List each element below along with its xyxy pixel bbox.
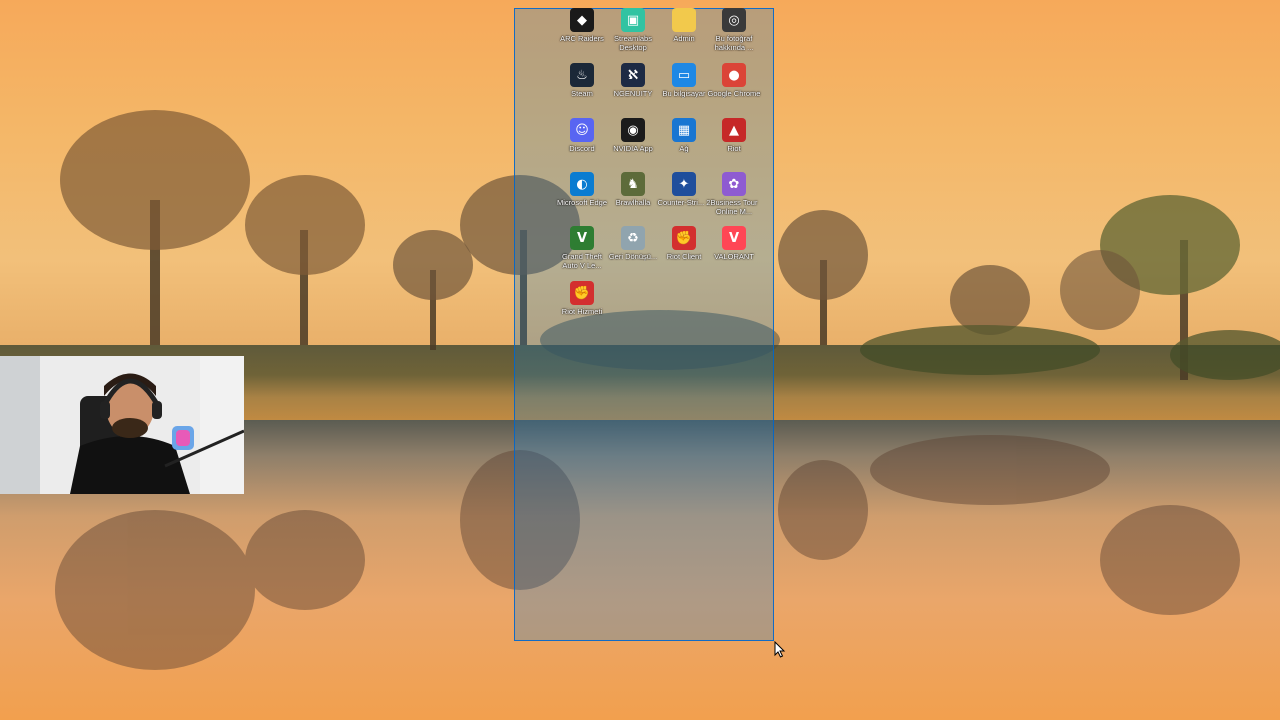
desktop-icon[interactable]: ✦ Counter-Stri... 2 [658, 168, 710, 220]
desktop-icon-label: Geri Dönüşü... [608, 252, 658, 261]
desktop-icon[interactable]: ● Google Chrome [708, 59, 760, 111]
edge-icon: ◐ [570, 172, 594, 196]
desktop-icon[interactable]: ♞ Brawlhalla [607, 168, 659, 220]
desktop-icon-label: Riot Hizmeti [561, 307, 603, 316]
desktop-icon-label: Steam [571, 89, 593, 98]
discord-icon: ☺ [570, 118, 594, 142]
desktop-icon-label: Bu bilgisayar [662, 89, 706, 98]
desktop-icon[interactable]: ◐ Microsoft Edge [556, 168, 608, 220]
folder-icon [672, 8, 696, 32]
streamlabs-icon: ▣ [621, 8, 645, 32]
desktop-icon[interactable]: ◉ NVIDIA App [607, 114, 659, 166]
desktop-icon-label: Google Chrome [707, 89, 761, 98]
desktop-icon-label: Counter-Stri... 2 [657, 198, 711, 207]
webcam-overlay [0, 356, 244, 494]
desktop-icon-grid: ◆ ARC Raiders ▣ Streamlabs Desktop Admin ◎ Bu … [556, 0, 766, 320]
desktop-icon-label: Ağ [679, 144, 689, 153]
nvidia-icon: ◉ [621, 118, 645, 142]
desktop-icon[interactable]: Admin [658, 4, 710, 56]
desktop-icon-label: Business Tour Online M... [710, 198, 758, 216]
desktop-icon-label: Riot [727, 144, 741, 153]
desktop-icon-label: Grand Theft Auto V Le... [562, 252, 602, 270]
desktop-icon[interactable]: ✿ Business Tour Online M... [708, 168, 760, 220]
desktop-icon[interactable]: ◎ Bu fotoğraf hakkında ... [708, 4, 760, 56]
cs2-icon: ✦ [672, 172, 696, 196]
desktop-icon-label: VALORANT [714, 252, 754, 261]
arc-raiders-icon: ◆ [570, 8, 594, 32]
desktop-icon[interactable]: ▣ Streamlabs Desktop [607, 4, 659, 56]
desktop-icon[interactable]: ✊ Riot Hizmeti [556, 277, 608, 329]
desktop-icon-label: Bu fotoğraf hakkında ... [714, 34, 754, 52]
chrome-icon: ● [722, 63, 746, 87]
riot-client-icon: ✊ [672, 226, 696, 250]
desktop-icon[interactable]: ▭ Bu bilgisayar [658, 59, 710, 111]
camera-icon: ◎ [722, 8, 746, 32]
ngenuity-icon: ℵ [621, 63, 645, 87]
desktop-icon-label: Microsoft Edge [556, 198, 608, 207]
desktop-icon[interactable]: ♨ Steam [556, 59, 608, 111]
desktop-icon[interactable]: ◆ ARC Raiders [556, 4, 608, 56]
desktop-icon[interactable]: ✊ Riot Client [658, 222, 710, 274]
desktop-icon[interactable]: V Grand Theft Auto V Le... [556, 222, 608, 274]
desktop-icon[interactable]: ☺ Discord [556, 114, 608, 166]
desktop-icon[interactable]: ℵ NGENUITY [607, 59, 659, 111]
recycle-bin-icon: ♻ [621, 226, 645, 250]
desktop-icon-label: NGENUITY [613, 89, 653, 98]
riot-folder-icon: ▲ [722, 118, 746, 142]
desktop-icon[interactable]: ▲ Riot [708, 114, 760, 166]
valorant-icon: V [722, 226, 746, 250]
desktop-icon[interactable]: ♻ Geri Dönüşü... [607, 222, 659, 274]
webcam-person-image [0, 356, 244, 494]
desktop-icon-label: ARC Raiders [560, 34, 604, 43]
riot-service-icon: ✊ [570, 281, 594, 305]
network-icon: ▦ [672, 118, 696, 142]
desktop-icon-label: Discord [569, 144, 595, 153]
gta-icon: V [570, 226, 594, 250]
desktop-icon-label: Streamlabs Desktop [614, 34, 652, 52]
brawlhalla-icon: ♞ [621, 172, 645, 196]
business-tour-icon: ✿ [722, 172, 746, 196]
mouse-cursor-icon [774, 641, 786, 658]
steam-icon: ♨ [570, 63, 594, 87]
desktop-icon-label: NVIDIA App [613, 144, 653, 153]
desktop-icon[interactable]: ▦ Ağ [658, 114, 710, 166]
desktop-icon[interactable]: V VALORANT [708, 222, 760, 274]
computer-icon: ▭ [672, 63, 696, 87]
desktop-icon-label: Riot Client [666, 252, 702, 261]
desktop-icon-label: Brawlhalla [615, 198, 651, 207]
desktop-icon-label: Admin [673, 34, 695, 43]
